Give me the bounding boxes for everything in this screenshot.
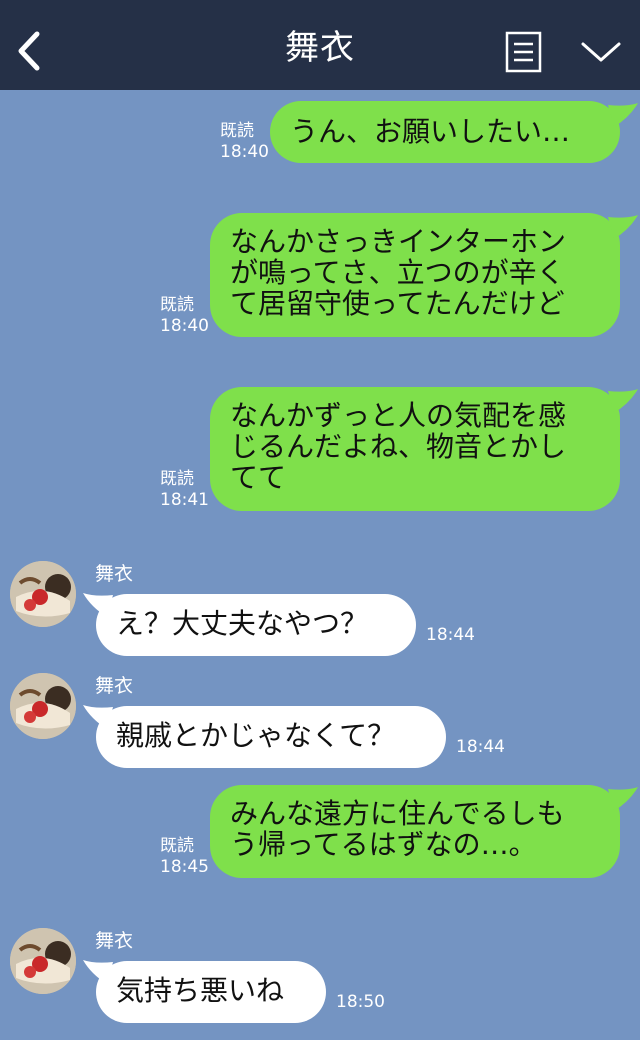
- message-time: 18:44: [456, 737, 505, 757]
- sender-name: 舞衣: [95, 930, 134, 952]
- sender-name: 舞衣: [95, 675, 134, 697]
- read-receipt: 既読 18:45: [160, 836, 209, 877]
- chat-header: 舞衣: [0, 0, 640, 90]
- read-receipt: 既読 18:40: [160, 295, 209, 336]
- avatar[interactable]: [10, 673, 76, 739]
- outgoing-message[interactable]: みんな遠方に住んでるしも う帰ってるはずなの…。: [210, 785, 620, 878]
- chat-title: 舞衣: [285, 28, 355, 68]
- incoming-message[interactable]: え？大丈夫なやつ？: [96, 594, 416, 656]
- avatar[interactable]: [10, 561, 76, 627]
- bubble-tail: [608, 787, 638, 811]
- avatar[interactable]: [10, 928, 76, 994]
- outgoing-message[interactable]: なんかずっと人の気配を感 じるんだよね、物音とかし てて: [210, 387, 620, 511]
- avatar-image: [10, 561, 76, 627]
- read-receipt: 既読 18:41: [160, 469, 209, 510]
- chevron-down-icon: [581, 42, 621, 62]
- notes-icon: [505, 31, 542, 73]
- bubble-tail: [608, 103, 638, 127]
- outgoing-message[interactable]: なんかさっきインターホン が鳴ってさ、立つのが辛く て居留守使ってたんだけど: [210, 213, 620, 337]
- incoming-message[interactable]: 気持ち悪いね: [96, 961, 326, 1023]
- avatar-image: [10, 673, 76, 739]
- notes-button[interactable]: [505, 31, 543, 73]
- menu-toggle-button[interactable]: [580, 38, 622, 66]
- avatar-image: [10, 928, 76, 994]
- message-time: 18:50: [336, 992, 385, 1012]
- message-time: 18:44: [426, 625, 475, 645]
- bubble-tail: [608, 215, 638, 239]
- sender-name: 舞衣: [95, 563, 134, 585]
- incoming-message[interactable]: 親戚とかじゃなくて？: [96, 706, 446, 768]
- read-receipt: 既読 18:40: [220, 121, 269, 162]
- outgoing-message[interactable]: うん、お願いしたい…: [270, 101, 620, 163]
- bubble-tail: [608, 389, 638, 413]
